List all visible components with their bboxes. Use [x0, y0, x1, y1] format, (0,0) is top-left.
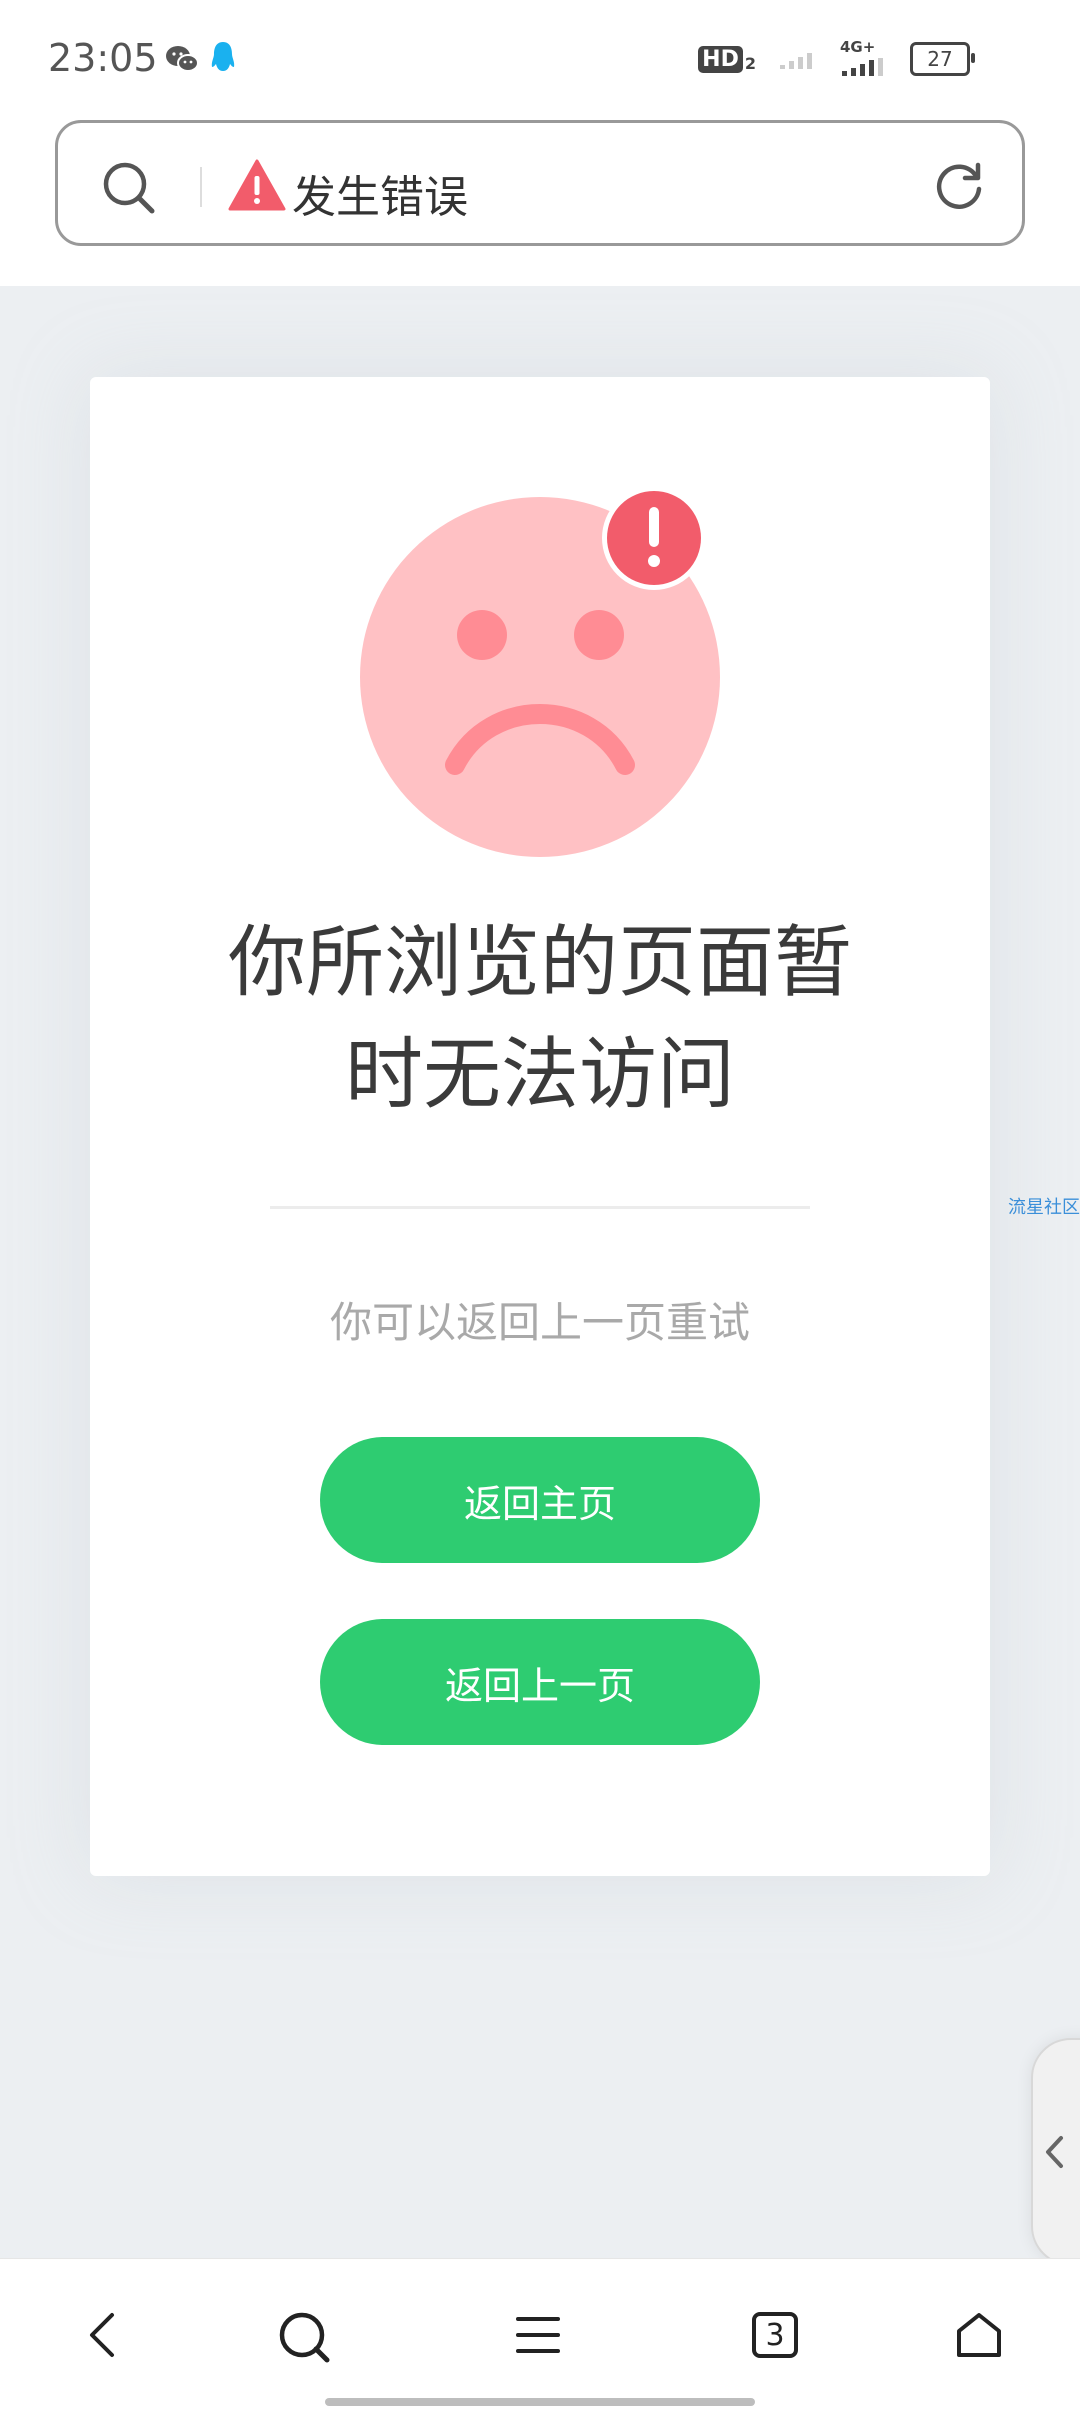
battery-indicator: 27: [910, 42, 975, 76]
tab-count: 3: [765, 2317, 785, 2353]
refresh-icon[interactable]: [932, 159, 986, 213]
menu-icon[interactable]: [514, 2311, 562, 2359]
search-icon[interactable]: [278, 2311, 330, 2363]
return-previous-button[interactable]: 返回上一页: [320, 1619, 760, 1745]
chevron-left-icon: [1046, 2136, 1063, 2168]
signal-4g-indicator: 4G+: [840, 38, 888, 76]
status-bar: 23:05 HD 2 4G+ 27: [0, 0, 1080, 120]
bottom-navigation: 3: [0, 2258, 1080, 2409]
warning-icon: [228, 159, 286, 211]
search-icon[interactable]: [102, 161, 156, 215]
browser-toolbar: 发生错误: [0, 120, 1080, 286]
signal-icon: [842, 58, 883, 76]
side-drawer-handle[interactable]: [1031, 2038, 1080, 2266]
page-title: 发生错误: [292, 172, 468, 223]
error-subtitle: 你可以返回上一页重试: [329, 1298, 750, 1347]
divider: [270, 1206, 810, 1209]
error-title-line2: 时无法访问: [344, 1030, 735, 1120]
hd-voice-indicator: HD 2: [698, 45, 756, 73]
return-home-button[interactable]: 返回主页: [320, 1437, 760, 1563]
signal-weak-icon: [780, 53, 812, 69]
tabs-button[interactable]: 3: [751, 2311, 799, 2359]
error-title: 你所浏览的页面暂 时无法访问: [90, 907, 990, 1131]
address-bar-divider: [200, 167, 202, 207]
error-card: 你所浏览的页面暂 时无法访问 你可以返回上一页重试 返回主页 返回上一页: [90, 377, 990, 1876]
status-indicators: HD 2 4G+ 27: [698, 38, 975, 76]
status-time: 23:05: [48, 36, 158, 80]
side-community-link[interactable]: 流星社区: [1008, 1193, 1080, 1219]
wechat-icon: [166, 46, 199, 72]
home-indicator[interactable]: [325, 2398, 755, 2406]
sad-face-illustration: [360, 487, 720, 857]
address-bar[interactable]: 发生错误: [55, 120, 1025, 246]
home-icon[interactable]: [954, 2311, 1004, 2359]
error-title-line1: 你所浏览的页面暂: [227, 918, 852, 1008]
back-arrow-icon[interactable]: [80, 2311, 128, 2359]
qq-icon: [211, 42, 235, 71]
